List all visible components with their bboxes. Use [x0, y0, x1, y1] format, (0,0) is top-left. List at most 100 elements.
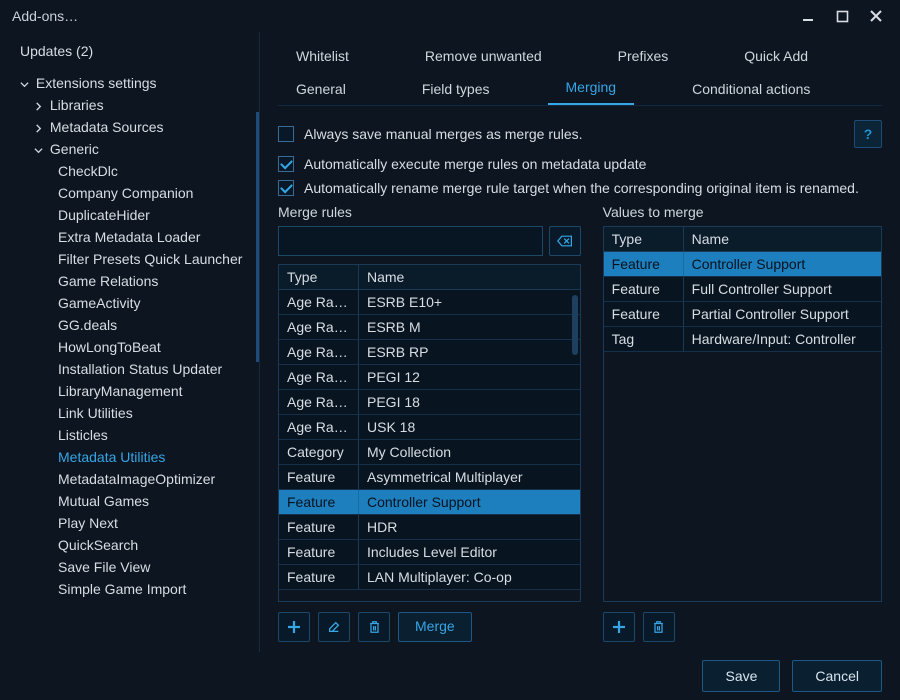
table-row[interactable]: Age RatingUSK 18 — [279, 415, 580, 440]
tab[interactable]: Prefixes — [600, 42, 687, 72]
table-row[interactable]: FeatureIncludes Level Editor — [279, 540, 580, 565]
table-row[interactable]: Age RatingESRB M — [279, 315, 580, 340]
sidebar-item-label: Extensions settings — [36, 75, 157, 91]
sidebar-item-generic[interactable]: GG.deals — [0, 314, 257, 336]
checkbox[interactable] — [278, 156, 294, 172]
sidebar-item-label: Libraries — [50, 97, 104, 113]
table-row[interactable]: FeatureController Support — [279, 490, 580, 515]
option-save-manual-merges[interactable]: Always save manual merges as merge rules… — [278, 126, 583, 142]
sidebar-item-generic[interactable]: Link Utilities — [0, 402, 257, 424]
cell-name: Controller Support — [684, 252, 881, 276]
column-header-name[interactable]: Name — [359, 265, 580, 289]
cell-type: Feature — [279, 515, 359, 539]
column-header-type[interactable]: Type — [604, 227, 684, 251]
edit-rule-button[interactable] — [318, 612, 350, 642]
sidebar-item-generic[interactable]: Filter Presets Quick Launcher — [0, 248, 257, 270]
merge-rules-table[interactable]: Type Name Age RatingESRB E10+Age RatingE… — [278, 264, 581, 602]
dialog-footer: Save Cancel — [0, 652, 900, 700]
sidebar-item-generic[interactable]: Listicles — [0, 424, 257, 446]
checkbox[interactable] — [278, 180, 294, 196]
sidebar-item-generic[interactable]: CheckDlc — [0, 160, 257, 182]
sidebar-item-generic[interactable]: HowLongToBeat — [0, 336, 257, 358]
tab[interactable]: Quick Add — [726, 42, 826, 72]
chevron-right-icon — [34, 119, 46, 135]
save-button[interactable]: Save — [702, 660, 780, 692]
delete-value-button[interactable] — [643, 612, 675, 642]
sidebar-item-generic[interactable]: QuickSearch — [0, 534, 257, 556]
tab[interactable]: Remove unwanted — [407, 42, 560, 72]
cell-name: HDR — [359, 515, 580, 539]
window-controls — [796, 4, 892, 28]
tab[interactable]: Conditional actions — [674, 75, 828, 105]
table-row[interactable]: Age RatingESRB RP — [279, 340, 580, 365]
sidebar-item-generic[interactable]: Simple Game Import — [0, 578, 257, 600]
merge-button[interactable]: Merge — [398, 612, 472, 642]
merge-rules-panel: Merge rules Type Name Age RatingESRB E10… — [278, 204, 581, 642]
column-header-name[interactable]: Name — [684, 227, 881, 251]
sidebar-item-generic[interactable]: DuplicateHider — [0, 204, 257, 226]
sidebar-item-generic[interactable]: Company Companion — [0, 182, 257, 204]
cancel-button[interactable]: Cancel — [792, 660, 882, 692]
add-value-button[interactable] — [603, 612, 635, 642]
table-row[interactable]: CategoryMy Collection — [279, 440, 580, 465]
clear-search-button[interactable] — [549, 226, 581, 256]
values-table[interactable]: Type Name FeatureController SupportFeatu… — [603, 226, 882, 602]
cell-type: Category — [279, 440, 359, 464]
cell-name: LAN Multiplayer: Co-op — [359, 565, 580, 589]
table-row[interactable]: Age RatingPEGI 12 — [279, 365, 580, 390]
sidebar-item-generic[interactable]: Installation Status Updater — [0, 358, 257, 380]
help-button[interactable]: ? — [854, 120, 882, 148]
sidebar-item-generic[interactable]: Extra Metadata Loader — [0, 226, 257, 248]
table-row[interactable]: Age RatingPEGI 18 — [279, 390, 580, 415]
chevron-right-icon — [34, 97, 46, 113]
cell-name: Hardware/Input: Controller — [684, 327, 881, 351]
tab[interactable]: Merging — [548, 73, 635, 105]
tabs-row-1: Whitelist Remove unwanted Prefixes Quick Ad… — [278, 38, 882, 72]
sidebar-libraries[interactable]: Libraries — [0, 94, 257, 116]
values-to-merge-panel: Values to merge Type Name FeatureControl… — [603, 204, 882, 642]
sidebar-item-label: Metadata Sources — [50, 119, 164, 135]
sidebar-item-generic[interactable]: Play Next — [0, 512, 257, 534]
sidebar-item-generic[interactable]: MetadataImageOptimizer — [0, 468, 257, 490]
tab[interactable]: Field types — [404, 75, 508, 105]
table-row[interactable]: FeatureFull Controller Support — [604, 277, 881, 302]
cell-name: ESRB E10+ — [359, 290, 580, 314]
close-button[interactable] — [864, 4, 888, 28]
option-auto-rename[interactable]: Automatically rename merge rule target w… — [278, 180, 882, 196]
table-row[interactable]: FeatureAsymmetrical Multiplayer — [279, 465, 580, 490]
table-row[interactable]: FeatureLAN Multiplayer: Co-op — [279, 565, 580, 590]
sidebar-item-generic[interactable]: LibraryManagement — [0, 380, 257, 402]
sidebar-item-generic[interactable]: Save File View — [0, 556, 257, 578]
table-row[interactable]: FeatureHDR — [279, 515, 580, 540]
sidebar-item-generic[interactable]: Mutual Games — [0, 490, 257, 512]
option-auto-execute[interactable]: Automatically execute merge rules on met… — [278, 156, 882, 172]
table-row[interactable]: FeaturePartial Controller Support — [604, 302, 881, 327]
sidebar-updates[interactable]: Updates (2) — [0, 40, 257, 62]
merge-rules-search-input[interactable] — [278, 226, 543, 256]
minimize-button[interactable] — [796, 4, 820, 28]
cell-type: Age Rating — [279, 365, 359, 389]
cell-type: Feature — [604, 277, 684, 301]
tab[interactable]: Whitelist — [278, 42, 367, 72]
column-header-type[interactable]: Type — [279, 265, 359, 289]
window-title: Add-ons… — [12, 8, 78, 24]
cell-name: PEGI 18 — [359, 390, 580, 414]
cell-name: ESRB M — [359, 315, 580, 339]
cell-type: Feature — [279, 565, 359, 589]
add-rule-button[interactable] — [278, 612, 310, 642]
checkbox[interactable] — [278, 126, 294, 142]
maximize-button[interactable] — [830, 4, 854, 28]
delete-rule-button[interactable] — [358, 612, 390, 642]
option-label: Automatically execute merge rules on met… — [304, 156, 646, 172]
table-row[interactable]: TagHardware/Input: Controller — [604, 327, 881, 352]
tab[interactable]: General — [278, 75, 364, 105]
table-row[interactable]: Age RatingESRB E10+ — [279, 290, 580, 315]
sidebar-metadata-sources[interactable]: Metadata Sources — [0, 116, 257, 138]
sidebar-generic[interactable]: Generic — [0, 138, 257, 160]
sidebar-item-generic[interactable]: GameActivity — [0, 292, 257, 314]
sidebar-item-generic[interactable]: Game Relations — [0, 270, 257, 292]
sidebar-extensions-settings[interactable]: Extensions settings — [0, 72, 257, 94]
table-row[interactable]: FeatureController Support — [604, 252, 881, 277]
cell-type: Feature — [604, 252, 684, 276]
sidebar-item-generic[interactable]: Metadata Utilities — [0, 446, 257, 468]
